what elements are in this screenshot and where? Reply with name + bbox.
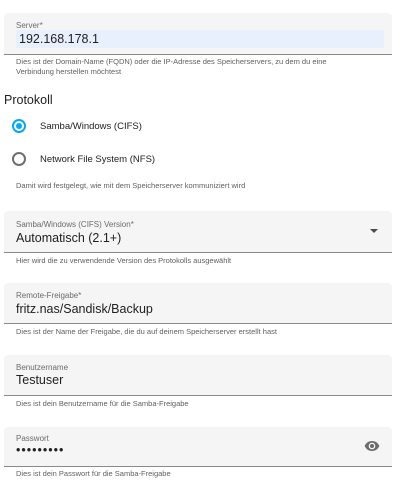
radio-button-cifs[interactable] <box>12 119 26 133</box>
protocol-title: Protokoll <box>4 93 53 107</box>
radio-label-cifs: Samba/Windows (CIFS) <box>40 120 142 132</box>
protocol-hint: Damit wird festgelegt, wie mit dem Speic… <box>16 181 246 190</box>
server-label: Server* <box>16 21 43 30</box>
remote-share-field[interactable]: Remote-Freigabe* fritz.nas/Sandisk/Backu… <box>4 283 392 324</box>
password-field[interactable]: Passwort ••••••••• <box>4 427 392 467</box>
radio-button-nfs[interactable] <box>12 152 26 166</box>
remote-share-hint: Dies ist der Name der Freigabe, die du a… <box>16 327 277 336</box>
password-label: Passwort <box>16 434 49 443</box>
eye-icon[interactable] <box>364 438 380 454</box>
radio-option-cifs[interactable]: Samba/Windows (CIFS) <box>12 116 142 136</box>
version-select[interactable]: Samba/Windows (CIFS) Version* Automatisc… <box>4 211 392 253</box>
server-field[interactable]: Server* 192.168.178.1 <box>4 13 392 55</box>
version-value: Automatisch (2.1+) <box>16 231 122 245</box>
version-hint: Hier wird die zu verwendende Version des… <box>16 256 232 265</box>
username-value: Testuser <box>16 373 64 387</box>
password-value: ••••••••• <box>16 443 65 457</box>
server-value: 192.168.178.1 <box>19 32 99 46</box>
radio-option-nfs[interactable]: Network File System (NFS) <box>12 149 155 169</box>
server-hint: Dies ist der Domain-Name (FQDN) oder die… <box>16 57 327 76</box>
radio-label-nfs: Network File System (NFS) <box>40 153 156 165</box>
username-label: Benutzername <box>16 363 69 372</box>
dropdown-arrow-icon[interactable] <box>370 229 378 233</box>
username-hint: Dies ist dein Benutzername für die Samba… <box>16 399 189 408</box>
version-label: Samba/Windows (CIFS) Version* <box>16 220 134 229</box>
server-input[interactable]: 192.168.178.1 <box>16 30 384 48</box>
username-field[interactable]: Benutzername Testuser <box>4 355 392 396</box>
remote-share-label: Remote-Freigabe* <box>16 291 82 300</box>
remote-share-value: fritz.nas/Sandisk/Backup <box>16 302 153 316</box>
password-hint: Dies ist dein Passwort für die Samba-Fre… <box>16 469 171 478</box>
